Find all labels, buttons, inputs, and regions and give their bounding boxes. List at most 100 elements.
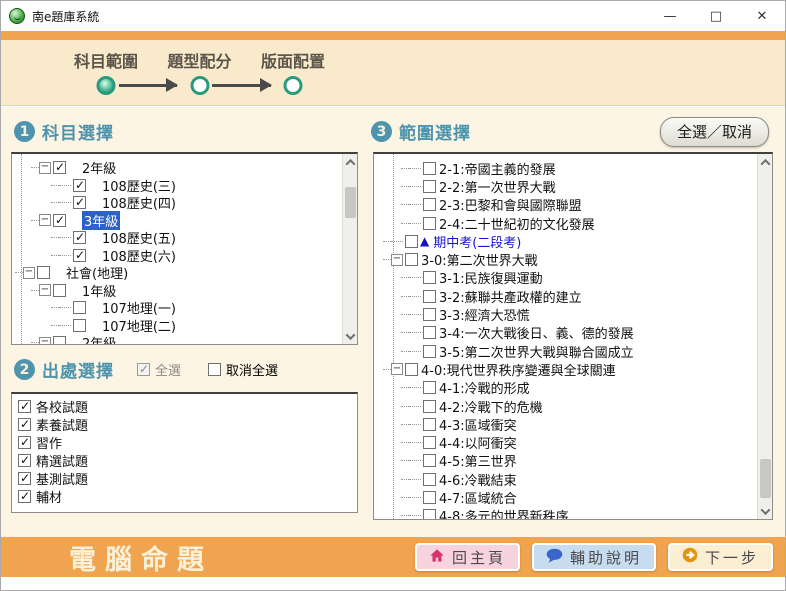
scroll-up-icon[interactable] — [758, 154, 773, 170]
subject-tree-item-label[interactable]: 107地理(一) — [102, 298, 176, 317]
subject-tree-row[interactable]: 1年級 — [12, 282, 341, 300]
range-tree-scrollbar[interactable] — [757, 154, 772, 519]
source-checkbox[interactable] — [18, 418, 31, 431]
range-tree-checkbox[interactable] — [423, 326, 436, 339]
range-tree-item-label[interactable]: 4-6:冷戰結束 — [439, 470, 517, 489]
subject-tree-checkbox[interactable] — [53, 161, 66, 174]
subject-tree-item-label[interactable]: 107地理(二) — [102, 316, 176, 335]
range-tree-row[interactable]: 4-6:冷戰結束 — [374, 470, 756, 488]
subject-tree-item-label[interactable]: 1年級 — [82, 281, 116, 300]
range-tree-row[interactable]: ▲期中考(二段考) — [374, 232, 756, 250]
source-list-item[interactable]: 精選試題 — [12, 451, 357, 469]
range-tree-checkbox[interactable] — [405, 363, 418, 376]
range-tree-row[interactable]: 2-4:二十世紀初的文化發展 — [374, 214, 756, 232]
range-tree-row[interactable]: 4-4:以阿衝突 — [374, 433, 756, 451]
range-tree-checkbox[interactable] — [423, 473, 436, 486]
select-all-checkbox-box[interactable] — [137, 363, 150, 376]
range-tree-row[interactable]: 3-0:第二次世界大戰 — [374, 250, 756, 268]
subject-tree-item-label[interactable]: 108歷史(四) — [102, 193, 176, 212]
subject-tree-row[interactable]: 107地理(二) — [12, 317, 341, 335]
subject-tree-row[interactable]: 2年級 — [12, 159, 341, 177]
home-button[interactable]: 回主頁 — [415, 543, 520, 571]
subject-tree-row[interactable]: 107地理(一) — [12, 299, 341, 317]
range-tree-row[interactable]: 2-1:帝國主義的發展 — [374, 159, 756, 177]
subject-tree-item-label[interactable]: 社會(地理) — [66, 263, 128, 282]
subject-tree-item-label[interactable]: 108歷史(五) — [102, 228, 176, 247]
step-circle-2[interactable] — [190, 76, 209, 95]
subject-tree-row[interactable]: 108歷史(五) — [12, 229, 341, 247]
source-checkbox[interactable] — [18, 436, 31, 449]
range-tree-item-label[interactable]: 3-4:一次大戰後日、義、德的發展 — [439, 323, 634, 342]
source-list-item[interactable]: 基測試題 — [12, 469, 357, 487]
subject-tree-checkbox[interactable] — [73, 319, 86, 332]
minimize-button[interactable]: — — [647, 1, 693, 31]
range-tree-item-label[interactable]: 3-1:民族復興運動 — [439, 268, 543, 287]
scrollbar-thumb[interactable] — [345, 187, 356, 218]
subject-tree-checkbox[interactable] — [73, 301, 86, 314]
range-tree-checkbox[interactable] — [423, 162, 436, 175]
subject-tree-item-label[interactable]: 3年級 — [82, 211, 120, 230]
range-tree-item-label[interactable]: 4-7:區域統合 — [439, 488, 517, 507]
source-checkbox[interactable] — [18, 454, 31, 467]
collapse-icon[interactable] — [391, 254, 403, 266]
range-tree-row[interactable]: 3-3:經濟大恐慌 — [374, 305, 756, 323]
collapse-icon[interactable] — [39, 162, 51, 174]
collapse-icon[interactable] — [39, 214, 51, 226]
range-tree-row[interactable]: 3-2:蘇聯共產政權的建立 — [374, 287, 756, 305]
range-tree-row[interactable]: 4-0:現代世界秩序變遷與全球關連 — [374, 360, 756, 378]
range-tree-row[interactable]: 4-7:區域統合 — [374, 488, 756, 506]
range-tree-item-label[interactable]: 4-8:多元的世界新秩序 — [439, 506, 569, 519]
maximize-button[interactable]: □ — [693, 1, 739, 31]
subject-tree-checkbox[interactable] — [53, 214, 66, 227]
range-tree-checkbox[interactable] — [423, 454, 436, 467]
range-tree-checkbox[interactable] — [423, 217, 436, 230]
range-tree-checkbox[interactable] — [423, 381, 436, 394]
range-tree-row[interactable]: 3-4:一次大戰後日、義、德的發展 — [374, 324, 756, 342]
range-tree-checkbox[interactable] — [423, 436, 436, 449]
select-all-toggle-button[interactable]: 全選／取消 — [660, 117, 769, 147]
source-checkbox[interactable] — [18, 400, 31, 413]
subject-tree-row[interactable]: 108歷史(六) — [12, 247, 341, 265]
range-tree-checkbox[interactable] — [423, 198, 436, 211]
subject-tree-item-label[interactable]: 108歷史(六) — [102, 246, 176, 265]
range-tree-row[interactable]: 4-8:多元的世界新秩序 — [374, 507, 756, 519]
range-tree-checkbox[interactable] — [423, 418, 436, 431]
range-tree-row[interactable]: 4-2:冷戰下的危機 — [374, 397, 756, 415]
source-checkbox[interactable] — [18, 472, 31, 485]
collapse-icon[interactable] — [23, 267, 35, 279]
range-tree-item-label[interactable]: 2-2:第一次世界大戰 — [439, 177, 556, 196]
range-tree-checkbox[interactable] — [405, 253, 418, 266]
deselect-all-checkbox[interactable]: 取消全選 — [206, 360, 278, 379]
range-tree-item-label[interactable]: 3-2:蘇聯共產政權的建立 — [439, 287, 582, 306]
range-tree-item-label[interactable]: 3-3:經濟大恐慌 — [439, 305, 530, 324]
subject-tree-checkbox[interactable] — [73, 231, 86, 244]
subject-tree-checkbox[interactable] — [73, 196, 86, 209]
step-circle-1[interactable] — [97, 76, 116, 95]
range-tree-row[interactable]: 3-1:民族復興運動 — [374, 269, 756, 287]
range-tree-checkbox[interactable] — [423, 180, 436, 193]
range-tree-item-label[interactable]: 2-3:巴黎和會與國際聯盟 — [439, 195, 582, 214]
range-tree-item-label[interactable]: 4-0:現代世界秩序變遷與全球關連 — [421, 360, 616, 379]
range-tree-checkbox[interactable] — [423, 491, 436, 504]
subject-tree-item-label[interactable]: 2年級 — [82, 333, 116, 344]
range-tree-item-label[interactable]: 4-4:以阿衝突 — [439, 433, 517, 452]
subject-tree-row[interactable]: 108歷史(三) — [12, 177, 341, 195]
subject-tree-row[interactable]: 3年級 — [12, 212, 341, 230]
range-tree-row[interactable]: 2-2:第一次世界大戰 — [374, 177, 756, 195]
range-tree-checkbox[interactable] — [423, 345, 436, 358]
subject-tree-row[interactable]: 108歷史(四) — [12, 194, 341, 212]
source-list-item[interactable]: 輔材 — [12, 487, 357, 505]
range-tree-item-label[interactable]: 期中考(二段考) — [433, 232, 521, 251]
subject-tree-scrollbar[interactable] — [342, 154, 357, 344]
range-tree-row[interactable]: 4-3:區域衝突 — [374, 415, 756, 433]
range-tree-item-label[interactable]: 2-1:帝國主義的發展 — [439, 159, 556, 178]
collapse-icon[interactable] — [391, 363, 403, 375]
range-tree-item-label[interactable]: 2-4:二十世紀初的文化發展 — [439, 214, 595, 233]
subject-tree-checkbox[interactable] — [73, 179, 86, 192]
scrollbar-thumb[interactable] — [760, 459, 771, 498]
range-tree-checkbox[interactable] — [423, 271, 436, 284]
range-tree-row[interactable]: 3-5:第二次世界大戰與聯合國成立 — [374, 342, 756, 360]
source-checkbox[interactable] — [18, 490, 31, 503]
range-tree-checkbox[interactable] — [423, 308, 436, 321]
subject-tree-checkbox[interactable] — [73, 249, 86, 262]
